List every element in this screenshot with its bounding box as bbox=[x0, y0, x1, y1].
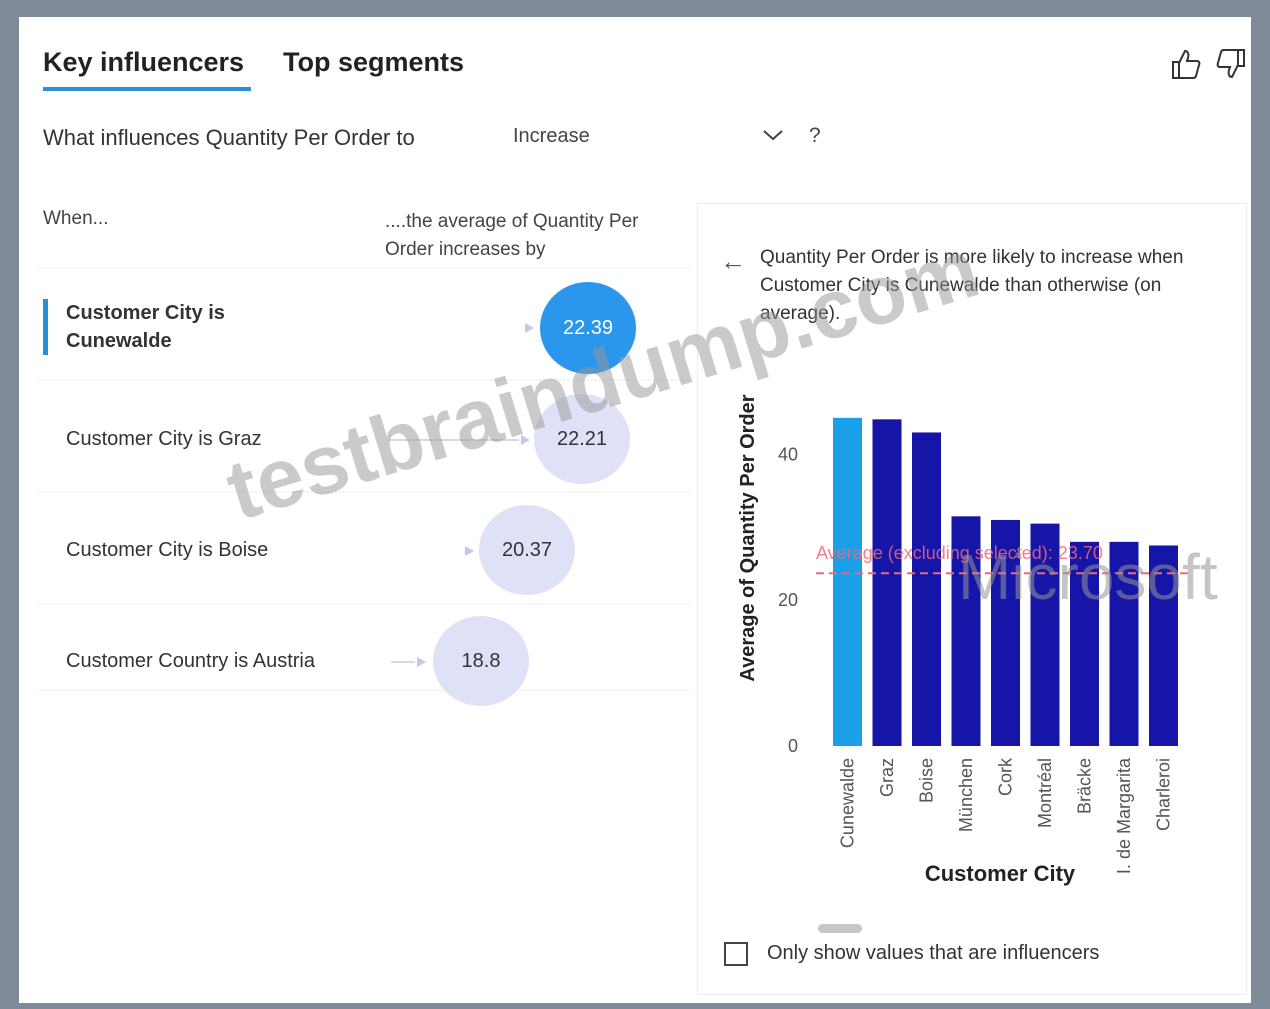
thumbs-down-icon[interactable] bbox=[1214, 47, 1248, 81]
thumbs-up-icon[interactable] bbox=[1169, 47, 1203, 81]
y-axis-title: Average of Quantity Per Order bbox=[737, 394, 759, 681]
x-tick-label: Graz bbox=[877, 758, 897, 797]
x-tick-label: Montréal bbox=[1035, 758, 1055, 828]
direction-dropdown[interactable]: Increase bbox=[513, 125, 590, 148]
back-arrow-icon[interactable]: ← bbox=[720, 246, 746, 277]
arrow-icon bbox=[525, 323, 534, 333]
scrollbar-handle[interactable] bbox=[818, 924, 862, 933]
bar[interactable] bbox=[833, 417, 862, 746]
bar-chart: Average of Quantity Per Order 0 20 40 Cune… bbox=[737, 394, 1188, 886]
average-column-header: ....the average of Quantity Per Order in… bbox=[385, 211, 639, 260]
divider bbox=[39, 267, 689, 269]
tab-key-influencers[interactable]: Key influencers bbox=[43, 47, 244, 78]
selected-indicator bbox=[43, 299, 48, 355]
x-tick-label: Cunewalde bbox=[838, 758, 858, 848]
x-tick-label: Bräcke bbox=[1075, 758, 1095, 814]
y-tick-label: 20 bbox=[778, 590, 798, 610]
checkbox-label: Only show values that are influencers bbox=[767, 942, 1100, 964]
tab-top-segments[interactable]: Top segments bbox=[283, 47, 464, 78]
x-tick-label: München bbox=[956, 758, 976, 832]
bar[interactable] bbox=[872, 419, 902, 746]
influencer-label: Customer City is Cunewalde bbox=[66, 302, 225, 352]
influencer-value-bubble: 18.8 bbox=[433, 616, 529, 706]
help-icon[interactable]: ? bbox=[809, 124, 821, 148]
arrow-icon bbox=[417, 657, 426, 667]
question-text: What influences Quantity Per Order to bbox=[43, 125, 415, 150]
x-tick-label: Cork bbox=[996, 757, 1016, 796]
influencer-label: Customer City is Boise bbox=[66, 539, 269, 561]
bar[interactable] bbox=[912, 432, 941, 746]
influencer-row[interactable]: Customer City is Boise 20.37 bbox=[19, 505, 689, 636]
x-tick-label: Charleroi bbox=[1154, 758, 1174, 831]
influencer-label: Customer Country is Austria bbox=[66, 650, 315, 672]
y-tick-label: 0 bbox=[788, 736, 798, 756]
x-axis-title: Customer City bbox=[925, 861, 1076, 886]
x-tick-label: Boise bbox=[917, 758, 937, 803]
x-tick-label: I. de Margarita bbox=[1114, 757, 1134, 874]
arrow-icon bbox=[465, 546, 474, 556]
when-column-header: When... bbox=[43, 208, 109, 229]
influencers-only-checkbox[interactable] bbox=[724, 942, 748, 966]
watermark-brand: Microsoft bbox=[958, 541, 1218, 613]
key-influencers-visual: Key influencers Top segments What influe… bbox=[19, 17, 1251, 1003]
active-tab-indicator bbox=[43, 87, 251, 91]
y-tick-label: 40 bbox=[778, 444, 798, 464]
influencer-value-bubble: 20.37 bbox=[479, 505, 575, 595]
influencer-row[interactable]: Customer Country is Austria 18.8 bbox=[19, 616, 689, 747]
chevron-down-icon[interactable] bbox=[761, 125, 785, 145]
arrow-line bbox=[391, 661, 415, 663]
